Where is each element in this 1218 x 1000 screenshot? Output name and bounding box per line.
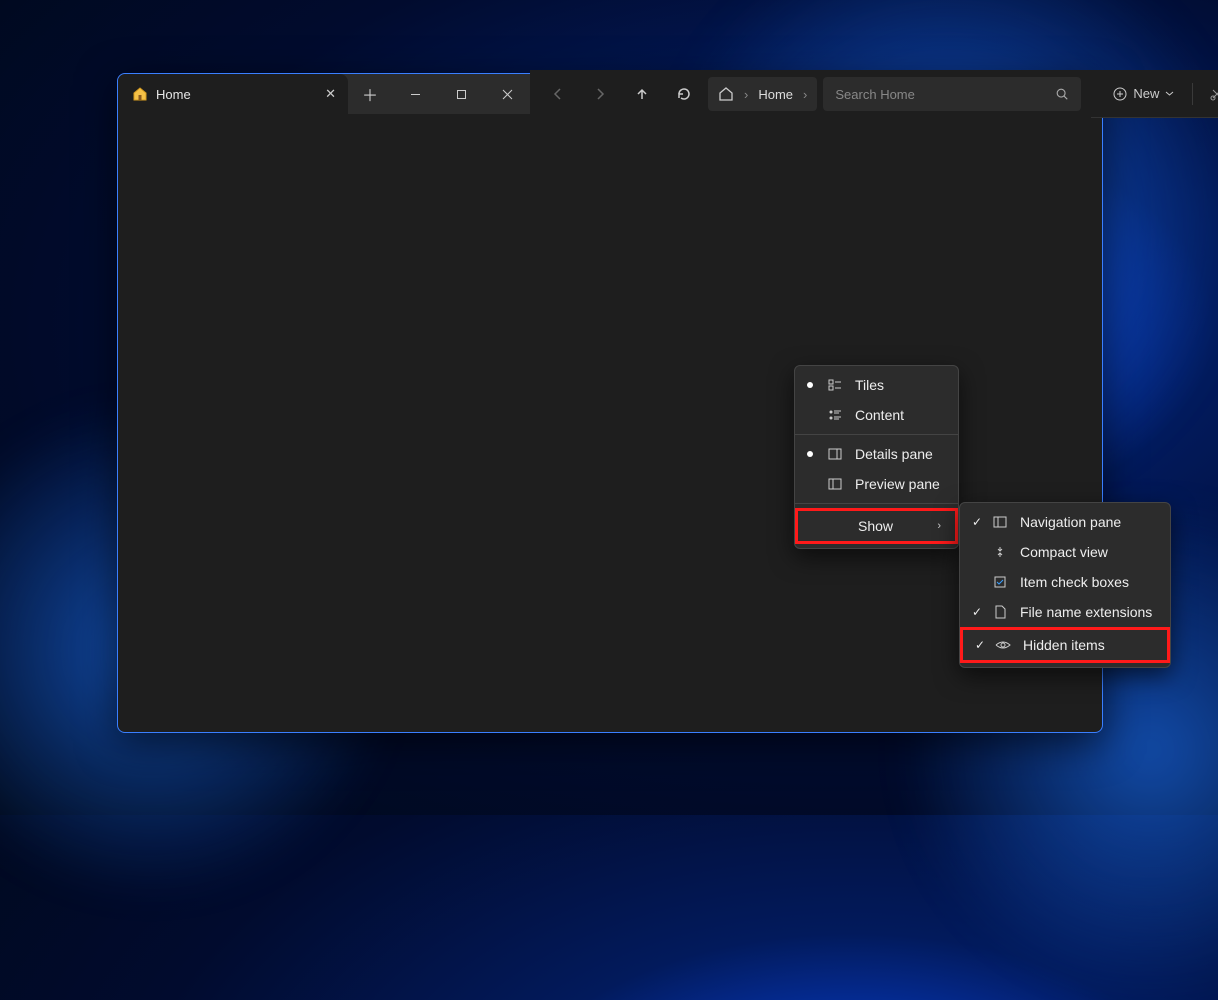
minimize-button[interactable]	[392, 74, 438, 114]
titlebar: Home ✕ ＋	[118, 74, 1102, 114]
tab-close-icon[interactable]: ✕	[325, 86, 336, 102]
up-button[interactable]	[624, 78, 660, 110]
check-icon: ✓	[972, 605, 982, 619]
tab-title: Home	[156, 87, 191, 102]
tab-home[interactable]: Home ✕	[118, 74, 348, 114]
chevron-right-icon: ›	[744, 87, 748, 102]
chevron-right-icon: ›	[937, 520, 941, 532]
new-button[interactable]: New	[1103, 80, 1184, 107]
nav-row: › Home › Search Home	[530, 70, 1091, 118]
chevron-right-icon: ›	[803, 87, 807, 102]
search-placeholder: Search Home	[835, 87, 914, 102]
refresh-button[interactable]	[666, 78, 702, 110]
eye-icon	[995, 637, 1011, 653]
menu-item-tiles[interactable]: Tiles	[795, 370, 958, 400]
content-icon	[827, 407, 843, 423]
address-bar[interactable]: › Home ›	[708, 77, 817, 111]
show-submenu: ✓ Navigation pane Compact view Item chec…	[959, 502, 1171, 668]
file-icon	[992, 604, 1008, 620]
search-input[interactable]: Search Home	[823, 77, 1081, 111]
new-tab-button[interactable]: ＋	[348, 82, 392, 106]
menu-item-compact-view[interactable]: Compact view	[960, 537, 1170, 567]
view-menu: Tiles Content Details pane Preview pane …	[794, 365, 959, 549]
menu-item-file-extensions[interactable]: ✓ File name extensions	[960, 597, 1170, 627]
menu-item-preview-pane[interactable]: Preview pane	[795, 469, 958, 499]
breadcrumb-current[interactable]: Home	[758, 87, 793, 102]
forward-button[interactable]	[582, 78, 618, 110]
home-icon	[718, 86, 734, 102]
plus-circle-icon	[1113, 87, 1127, 101]
menu-item-details-pane[interactable]: Details pane	[795, 439, 958, 469]
details-pane-icon	[827, 446, 843, 462]
checkbox-icon	[992, 574, 1008, 590]
preview-pane-icon	[827, 476, 843, 492]
home-icon	[132, 86, 148, 102]
menu-item-check-boxes[interactable]: Item check boxes	[960, 567, 1170, 597]
compact-icon	[992, 544, 1008, 560]
menu-item-content[interactable]: Content	[795, 400, 958, 430]
cut-icon	[1209, 86, 1218, 102]
search-icon	[1055, 87, 1069, 101]
toolbar: New Sort View Filter	[1091, 70, 1218, 118]
close-button[interactable]	[484, 74, 530, 114]
maximize-button[interactable]	[438, 74, 484, 114]
menu-item-show[interactable]: Show ›	[795, 508, 958, 544]
file-explorer-window: Home ✕ ＋	[117, 73, 1103, 733]
menu-item-hidden-items[interactable]: ✓ Hidden items	[960, 627, 1170, 663]
check-icon: ✓	[975, 638, 985, 652]
check-icon: ✓	[972, 515, 982, 529]
cut-button[interactable]	[1201, 80, 1218, 108]
menu-item-navigation-pane[interactable]: ✓ Navigation pane	[960, 507, 1170, 537]
back-button[interactable]	[540, 78, 576, 110]
nav-pane-icon	[992, 514, 1008, 530]
tiles-icon	[827, 377, 843, 393]
chevron-down-icon	[1165, 89, 1174, 98]
